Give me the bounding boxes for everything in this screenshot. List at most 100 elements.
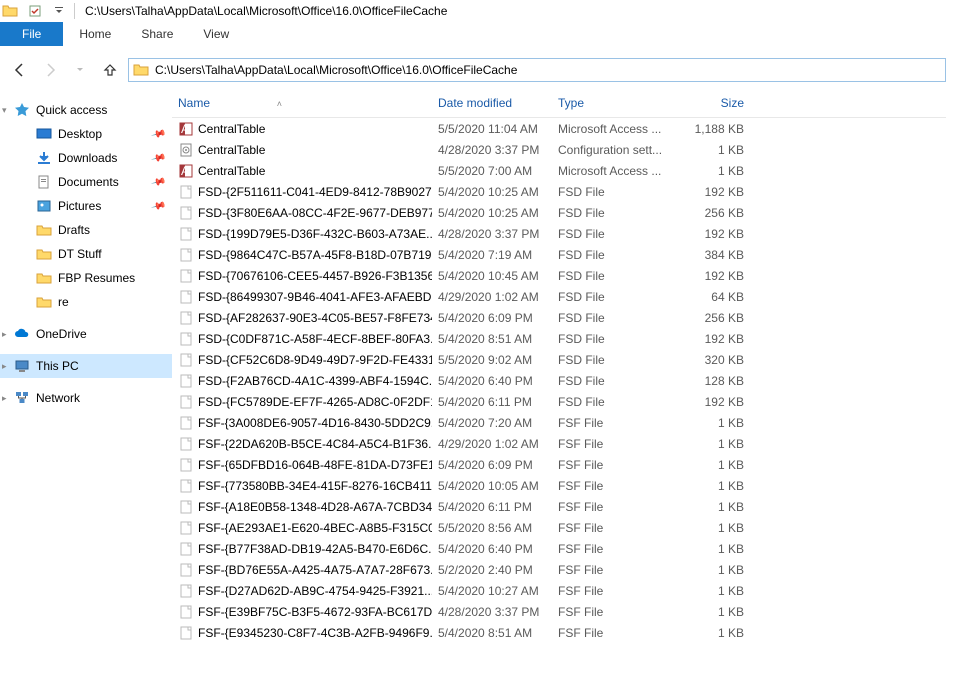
back-button[interactable] (8, 58, 32, 82)
file-name-text: FSD-{199D79E5-D36F-432C-B603-A73AE... (198, 227, 432, 241)
tab-file[interactable]: File (0, 22, 63, 46)
file-row[interactable]: FSD-{FC5789DE-EF7F-4265-AD8C-0F2DF1...5/… (172, 391, 946, 412)
file-date: 5/4/2020 10:27 AM (432, 584, 552, 598)
chevron-right-icon[interactable]: ▸ (2, 329, 7, 340)
file-size: 1 KB (674, 458, 754, 472)
tab-home[interactable]: Home (65, 22, 125, 46)
column-type[interactable]: Type (552, 96, 674, 110)
forward-button[interactable] (38, 58, 62, 82)
file-row[interactable]: FSD-{70676106-CEE5-4457-B926-F3B1356...5… (172, 265, 946, 286)
sidebar-item-onedrive[interactable]: ▸ OneDrive (0, 322, 172, 346)
file-type: FSF File (552, 500, 674, 514)
file-row[interactable]: FSF-{3A008DE6-9057-4D16-8430-5DD2C9...5/… (172, 412, 946, 433)
file-row[interactable]: FSD-{F2AB76CD-4A1C-4399-ABF4-1594C...5/4… (172, 370, 946, 391)
file-name-text: FSD-{70676106-CEE5-4457-B926-F3B1356... (198, 269, 432, 283)
sidebar-item-desktop[interactable]: Desktop 📌 (0, 122, 172, 146)
qat-dropdown-button[interactable] (48, 1, 70, 21)
chevron-down-icon[interactable]: ▾ (2, 105, 7, 116)
file-icon (178, 247, 194, 263)
file-icon (178, 604, 194, 620)
file-name-text: FSF-{A18E0B58-1348-4D28-A67A-7CBD34... (198, 500, 432, 514)
recent-dropdown[interactable] (68, 58, 92, 82)
file-date: 5/4/2020 10:05 AM (432, 479, 552, 493)
file-row[interactable]: FSF-{AE293AE1-E620-4BEC-A8B5-F315C0...5/… (172, 517, 946, 538)
file-date: 4/28/2020 3:37 PM (432, 143, 552, 157)
chevron-right-icon[interactable]: ▸ (2, 361, 7, 372)
sidebar-item-pictures[interactable]: Pictures 📌 (0, 194, 172, 218)
column-headers: Name ˄ Date modified Type Size (172, 88, 946, 118)
sidebar-label: Pictures (58, 199, 101, 213)
file-size: 1 KB (674, 542, 754, 556)
file-row[interactable]: CentralTable4/28/2020 3:37 PMConfigurati… (172, 139, 946, 160)
file-name-text: FSD-{AF282637-90E3-4C05-BE57-F8FE734... (198, 311, 432, 325)
sidebar-item-downloads[interactable]: Downloads 📌 (0, 146, 172, 170)
file-date: 5/4/2020 8:51 AM (432, 626, 552, 640)
sidebar-item-fbp-resumes[interactable]: FBP Resumes (0, 266, 172, 290)
file-type: Microsoft Access ... (552, 164, 674, 178)
tab-view[interactable]: View (189, 22, 243, 46)
file-name-text: FSF-{3A008DE6-9057-4D16-8430-5DD2C9... (198, 416, 432, 430)
pin-icon: 📌 (150, 126, 166, 142)
file-type: FSD File (552, 332, 674, 346)
chevron-right-icon[interactable]: ▸ (2, 393, 7, 404)
sidebar-item-dt-stuff[interactable]: DT Stuff (0, 242, 172, 266)
file-type: FSF File (552, 605, 674, 619)
column-name[interactable]: Name ˄ (172, 96, 432, 110)
file-size: 1 KB (674, 563, 754, 577)
file-row[interactable]: FSF-{65DFBD16-064B-48FE-81DA-D73FE1...5/… (172, 454, 946, 475)
sidebar-item-re[interactable]: re (0, 290, 172, 314)
file-size: 192 KB (674, 185, 754, 199)
file-type: FSD File (552, 269, 674, 283)
file-row[interactable]: FSD-{199D79E5-D36F-432C-B603-A73AE...4/2… (172, 223, 946, 244)
sidebar-label: re (58, 295, 69, 309)
file-row[interactable]: FSF-{A18E0B58-1348-4D28-A67A-7CBD34...5/… (172, 496, 946, 517)
file-icon (178, 142, 194, 158)
file-date: 5/5/2020 8:56 AM (432, 521, 552, 535)
file-row[interactable]: FSD-{86499307-9B46-4041-AFE3-AFAEBD...4/… (172, 286, 946, 307)
file-size: 192 KB (674, 395, 754, 409)
file-row[interactable]: FSD-{CF52C6D8-9D49-49D7-9F2D-FE4331...5/… (172, 349, 946, 370)
file-row[interactable]: ACentralTable5/5/2020 7:00 AMMicrosoft A… (172, 160, 946, 181)
sidebar-label: This PC (36, 359, 79, 373)
file-size: 128 KB (674, 374, 754, 388)
file-row[interactable]: FSF-{B77F38AD-DB19-42A5-B470-E6D6C...5/4… (172, 538, 946, 559)
file-row[interactable]: FSF-{D27AD62D-AB9C-4754-9425-F3921...5/4… (172, 580, 946, 601)
sidebar-item-this-pc[interactable]: ▸ This PC (0, 354, 172, 378)
up-button[interactable] (98, 58, 122, 82)
file-row[interactable]: FSD-{AF282637-90E3-4C05-BE57-F8FE734...5… (172, 307, 946, 328)
file-row[interactable]: FSD-{2F511611-C041-4ED9-8412-78B9027...5… (172, 181, 946, 202)
sidebar-item-network[interactable]: ▸ Network (0, 386, 172, 410)
file-type: FSD File (552, 374, 674, 388)
file-row[interactable]: FSD-{9864C47C-B57A-45F8-B18D-07B719...5/… (172, 244, 946, 265)
sidebar-label: Network (36, 391, 80, 405)
file-size: 256 KB (674, 311, 754, 325)
file-row[interactable]: FSD-{C0DF871C-A58F-4ECF-8BEF-80FA3...5/4… (172, 328, 946, 349)
column-size[interactable]: Size (674, 96, 754, 110)
file-row[interactable]: FSF-{22DA620B-B5CE-4C84-A5C4-B1F36...4/2… (172, 433, 946, 454)
file-icon (178, 499, 194, 515)
file-row[interactable]: FSF-{773580BB-34E4-415F-8276-16CB411...5… (172, 475, 946, 496)
file-row[interactable]: FSF-{E39BF75C-B3F5-4672-93FA-BC617D...4/… (172, 601, 946, 622)
file-row[interactable]: FSD-{3F80E6AA-08CC-4F2E-9677-DEB977...5/… (172, 202, 946, 223)
file-row[interactable]: FSF-{E9345230-C8F7-4C3B-A2FB-9496F9...5/… (172, 622, 946, 643)
address-input[interactable] (155, 63, 941, 77)
file-name-text: FSF-{BD76E55A-A425-4A75-A7A7-28F673... (198, 563, 432, 577)
file-row[interactable]: FSF-{BD76E55A-A425-4A75-A7A7-28F673...5/… (172, 559, 946, 580)
file-icon (178, 436, 194, 452)
file-date: 5/4/2020 10:25 AM (432, 185, 552, 199)
column-date[interactable]: Date modified (432, 96, 552, 110)
sidebar-item-documents[interactable]: Documents 📌 (0, 170, 172, 194)
file-type: FSF File (552, 584, 674, 598)
file-date: 5/4/2020 8:51 AM (432, 332, 552, 346)
sidebar-item-quick-access[interactable]: ▾ Quick access (0, 98, 172, 122)
file-date: 5/4/2020 6:40 PM (432, 542, 552, 556)
address-bar[interactable] (128, 58, 946, 82)
file-row[interactable]: ACentralTable5/5/2020 11:04 AMMicrosoft … (172, 118, 946, 139)
properties-button[interactable] (24, 1, 46, 21)
file-name-text: FSF-{D27AD62D-AB9C-4754-9425-F3921... (198, 584, 432, 598)
sidebar-item-drafts[interactable]: Drafts (0, 218, 172, 242)
file-name-text: FSF-{AE293AE1-E620-4BEC-A8B5-F315C0... (198, 521, 432, 535)
tab-share[interactable]: Share (127, 22, 187, 46)
sidebar-label: DT Stuff (58, 247, 102, 261)
file-icon (178, 268, 194, 284)
